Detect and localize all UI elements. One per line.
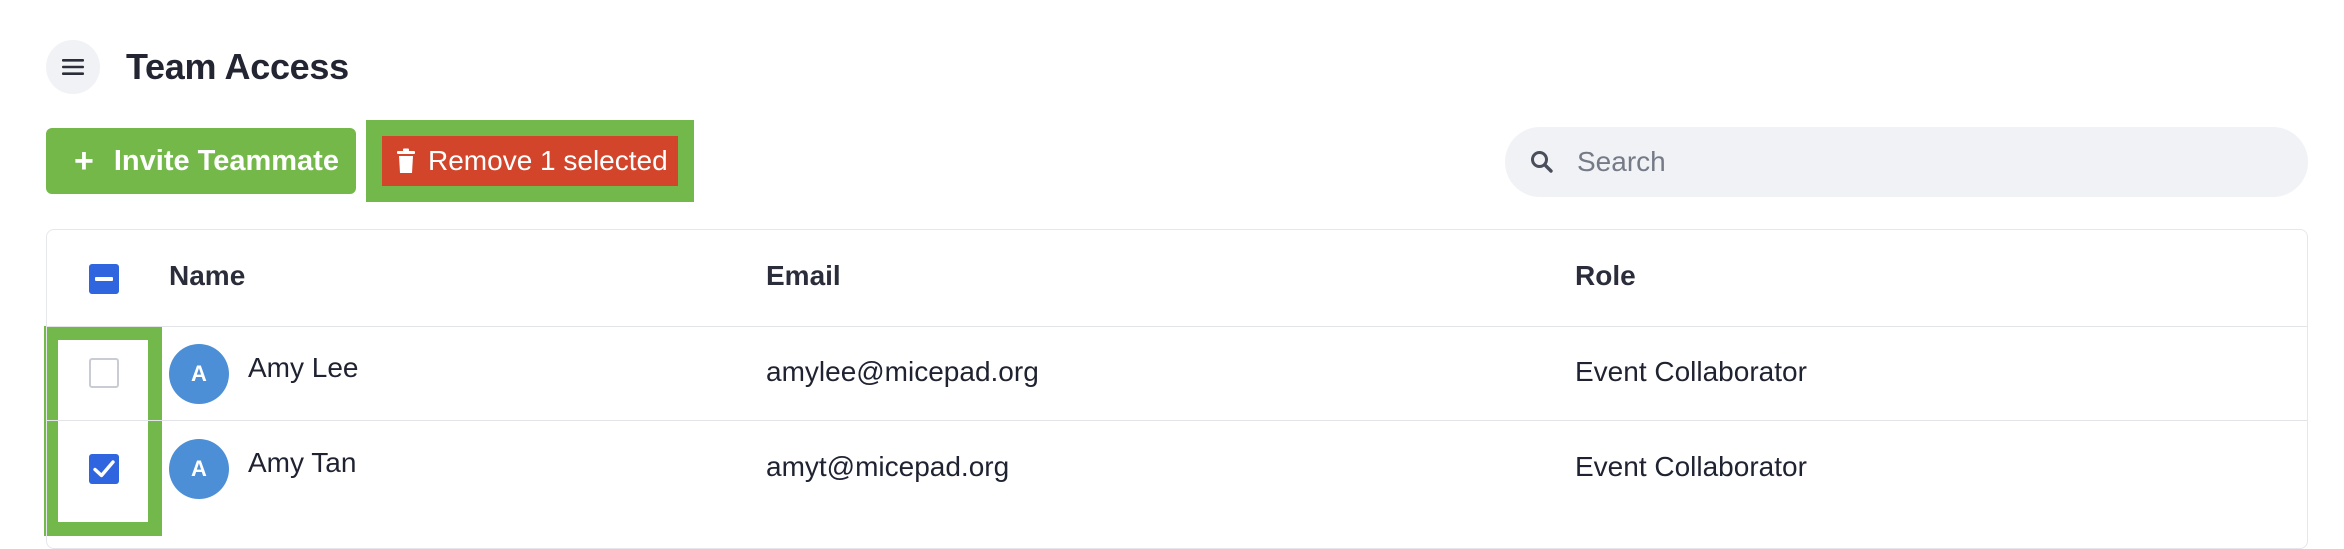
avatar: A (169, 439, 229, 499)
invite-teammate-button[interactable]: + Invite Teammate (46, 128, 356, 194)
member-role: Event Collaborator (1575, 356, 1807, 387)
member-name: Amy Lee (248, 352, 359, 383)
search-bar[interactable] (1505, 127, 2308, 197)
column-header-email[interactable]: Email (766, 260, 841, 292)
remove-selected-button[interactable]: Remove 1 selected (382, 136, 678, 186)
member-email: amylee@micepad.org (766, 356, 1039, 387)
member-email: amyt@micepad.org (766, 451, 1010, 482)
search-icon (1531, 151, 1553, 173)
menu-button[interactable] (46, 40, 100, 94)
remove-button-highlight: Remove 1 selected (366, 120, 694, 202)
table-row[interactable]: A Amy Lee amylee@micepad.org Event Colla… (47, 326, 2307, 421)
avatar: A (169, 344, 229, 404)
search-input[interactable] (1575, 145, 2279, 179)
member-name: Amy Tan (248, 447, 357, 478)
remove-selected-label: Remove 1 selected (428, 145, 668, 176)
column-header-name[interactable]: Name (169, 260, 245, 292)
page-title: Team Access (126, 46, 349, 87)
team-table: Name Email Role A Amy Lee amylee@micepad… (46, 229, 2308, 549)
table-header: Name Email Role (47, 230, 2307, 327)
member-role: Event Collaborator (1575, 451, 1807, 482)
select-all-checkbox[interactable] (89, 264, 119, 294)
trash-icon (397, 148, 415, 173)
page-header: Team Access (46, 40, 349, 94)
checkmark-icon (93, 460, 115, 478)
plus-icon: + (74, 142, 94, 180)
invite-teammate-label: Invite Teammate (113, 144, 339, 177)
row-checkbox[interactable] (89, 454, 119, 484)
hamburger-icon (62, 59, 84, 75)
row-checkbox[interactable] (89, 358, 119, 388)
table-row[interactable]: A Amy Tan amyt@micepad.org Event Collabo… (47, 421, 2307, 515)
column-header-role[interactable]: Role (1575, 260, 1636, 292)
